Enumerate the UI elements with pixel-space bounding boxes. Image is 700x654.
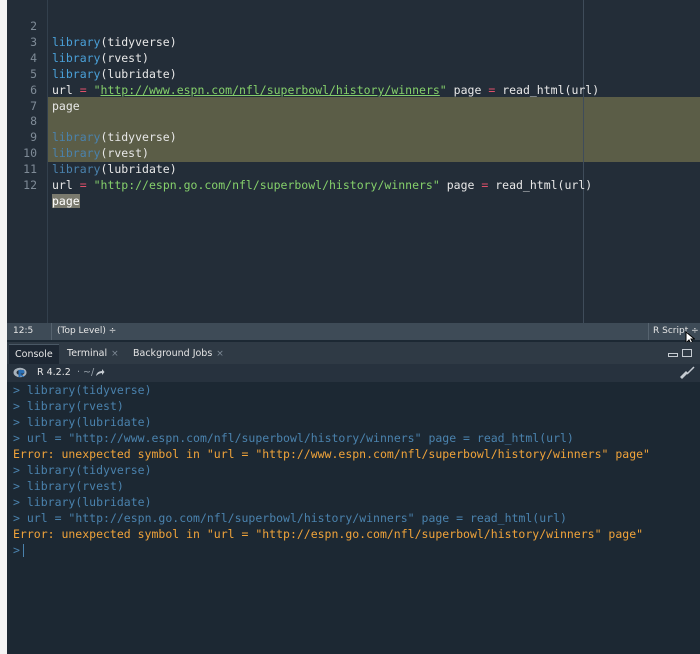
cursor-position: 12:5 [13,326,34,336]
prompt: > [13,543,20,557]
console-text: library(tidyverse) [26,383,152,397]
maximize-pane-icon[interactable] [682,349,692,357]
console-header: R 4.2.2 · ~/ [7,364,700,382]
console-line: > library(rvest) [13,478,124,494]
console-tab-bar: Console Terminal × Background Jobs × [7,342,700,364]
code-line[interactable]: 12 page [7,161,700,208]
r-version: R 4.2.2 [37,367,71,378]
working-directory[interactable]: · ~/ [77,367,94,378]
console-text: url = "http://www.espn.com/nfl/superbowl… [26,431,574,445]
tab-console[interactable]: Console [9,344,59,364]
console-text: library(lubridate) [26,495,152,509]
console-text: library(rvest) [26,479,124,493]
variable: page [446,178,475,192]
code-line[interactable]: 5 url = "http://www.espn.com/nfl/superbo… [7,50,700,97]
code-line[interactable]: 11 url = "http://espn.go.com/nfl/superbo… [7,145,700,192]
argument: url [564,178,586,192]
prompt: > [13,399,20,413]
console-error: Error: unexpected symbol in "url = "http… [13,446,650,462]
console-text: library(tidyverse) [26,463,152,477]
divider [648,323,649,340]
function-call: read_html [495,178,558,192]
rstudio-window: 2 library(tidyverse) 3 library(rvest) 4 … [7,0,700,654]
code-line[interactable]: 7 [7,82,700,113]
broom-icon[interactable] [679,366,695,380]
text-cursor [22,544,24,557]
close-icon[interactable]: × [216,349,224,359]
operator: = [481,178,489,192]
left-window-edge [0,0,7,654]
console-line: > url = "http://www.espn.com/nfl/superbo… [13,430,574,446]
divider [51,323,52,340]
tab-label: Console [15,349,53,360]
code-line[interactable]: 9 library(rvest) [7,113,700,160]
prompt: > [13,431,20,445]
code-line[interactable]: 6 page [7,66,700,113]
console-input[interactable]: > [13,542,24,558]
tab-terminal[interactable]: Terminal × [61,344,125,364]
console-line: > url = "http://espn.go.com/nfl/superbow… [13,510,567,526]
code-line[interactable]: 4 library(lubridate) [7,34,700,81]
tab-label: Background Jobs [133,348,213,359]
scope-selector[interactable]: (Top Level) ÷ [57,326,116,336]
prompt: > [13,383,20,397]
operator: = [79,178,87,192]
code-line[interactable]: 8 library(tidyverse) [7,97,700,144]
console-text: url = "http://espn.go.com/nfl/superbowl/… [26,511,567,525]
close-icon[interactable]: × [111,349,119,359]
console-output[interactable]: > library(tidyverse) > library(rvest) > … [7,382,700,654]
minimize-pane-icon[interactable] [668,353,678,357]
tab-background-jobs[interactable]: Background Jobs × [127,344,230,364]
code-line[interactable]: 3 library(rvest) [7,18,700,65]
console-error: Error: unexpected symbol in "url = "http… [13,526,643,542]
code-line[interactable]: 10 library(lubridate) [7,129,700,176]
source-editor[interactable]: 2 library(tidyverse) 3 library(rvest) 4 … [7,0,700,323]
arrow-icon[interactable] [95,368,105,377]
error-text: Error: unexpected symbol in "url = "http… [13,447,650,461]
console-line: > library(rvest) [13,398,124,414]
variable: url [52,178,73,192]
console-line: > library(tidyverse) [13,462,152,478]
r-logo-icon [13,367,27,378]
console-line: > library(lubridate) [13,494,152,510]
variable: page [52,194,80,208]
prompt: > [13,415,20,429]
line-number: 12 [23,178,37,192]
console-line: > library(lubridate) [13,414,152,430]
console-text: library(rvest) [26,399,124,413]
editor-status-bar: 12:5 (Top Level) ÷ R Script ÷ [7,323,700,340]
tab-label: Terminal [67,348,108,359]
prompt: > [13,479,20,493]
prompt: > [13,463,20,477]
prompt: > [13,511,20,525]
console-line: > library(tidyverse) [13,382,152,398]
error-text: Error: unexpected symbol in "url = "http… [13,527,644,541]
prompt: > [13,495,20,509]
console-text: library(lubridate) [26,415,152,429]
code-line[interactable]: 2 library(tidyverse) [7,2,700,49]
string-literal: "http://espn.go.com/nfl/superbowl/histor… [93,178,440,192]
